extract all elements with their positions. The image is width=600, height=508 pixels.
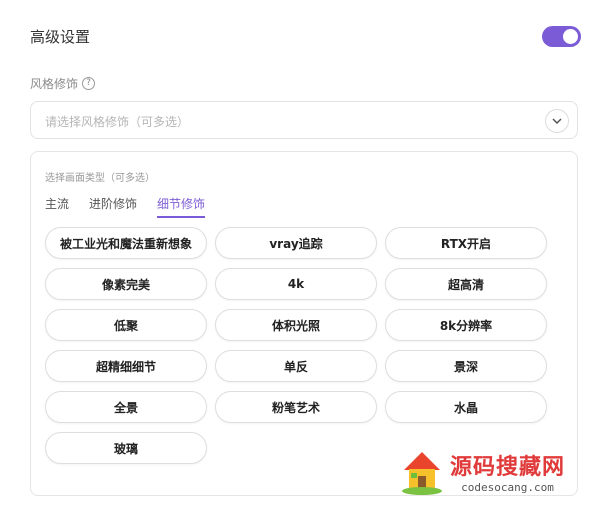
tab-detail[interactable]: 细节修饰 — [157, 195, 206, 218]
style-option[interactable]: RTX开启 — [385, 227, 547, 259]
advanced-settings-toggle[interactable] — [542, 26, 581, 47]
style-option[interactable]: 单反 — [215, 350, 377, 382]
panel-title: 选择画面类型（可多选） — [45, 173, 155, 184]
style-option[interactable]: 低聚 — [45, 309, 207, 341]
watermark-title: 源码搜藏网 — [450, 454, 566, 480]
style-option[interactable]: 8k分辨率 — [385, 309, 547, 341]
style-label-row: 风格修饰 ? — [30, 75, 96, 92]
watermark: 源码搜藏网 codesocang.com — [400, 446, 565, 496]
style-tabs: 主流 进阶修饰 细节修饰 — [45, 195, 206, 218]
style-option[interactable]: 水晶 — [385, 391, 547, 423]
style-option[interactable]: 超高清 — [385, 268, 547, 300]
style-option[interactable]: 被工业光和魔法重新想象 — [45, 227, 207, 259]
toggle-knob — [563, 29, 578, 44]
style-label: 风格修饰 — [30, 77, 79, 91]
question-circle-icon[interactable]: ? — [82, 77, 96, 90]
style-option[interactable]: 粉笔艺术 — [215, 391, 377, 423]
tab-mainstream[interactable]: 主流 — [45, 195, 69, 218]
style-select-placeholder: 请选择风格修饰（可多选） — [45, 115, 190, 129]
watermark-url: codesocang.com — [461, 480, 554, 494]
style-option[interactable]: vray追踪 — [215, 227, 377, 259]
style-select[interactable]: 请选择风格修饰（可多选） — [30, 101, 578, 139]
style-option-grid: 被工业光和魔法重新想象 vray追踪 RTX开启 像素完美 4k 超高清 低聚 … — [45, 227, 551, 464]
style-option[interactable]: 4k — [215, 268, 377, 300]
house-logo-icon — [402, 452, 442, 495]
tab-advanced[interactable]: 进阶修饰 — [89, 195, 137, 218]
style-option[interactable]: 玻璃 — [45, 432, 207, 464]
style-option[interactable]: 体积光照 — [215, 309, 377, 341]
advanced-settings-title: 高级设置 — [30, 28, 91, 46]
chevron-down-icon[interactable] — [545, 109, 569, 133]
style-panel: 选择画面类型（可多选） 主流 进阶修饰 细节修饰 被工业光和魔法重新想象 vra… — [30, 151, 578, 496]
watermark-text: 源码搜藏网 codesocang.com — [450, 449, 565, 494]
style-option[interactable]: 像素完美 — [45, 268, 207, 300]
style-option[interactable]: 超精细细节 — [45, 350, 207, 382]
style-option[interactable]: 景深 — [385, 350, 547, 382]
style-option[interactable]: 全景 — [45, 391, 207, 423]
